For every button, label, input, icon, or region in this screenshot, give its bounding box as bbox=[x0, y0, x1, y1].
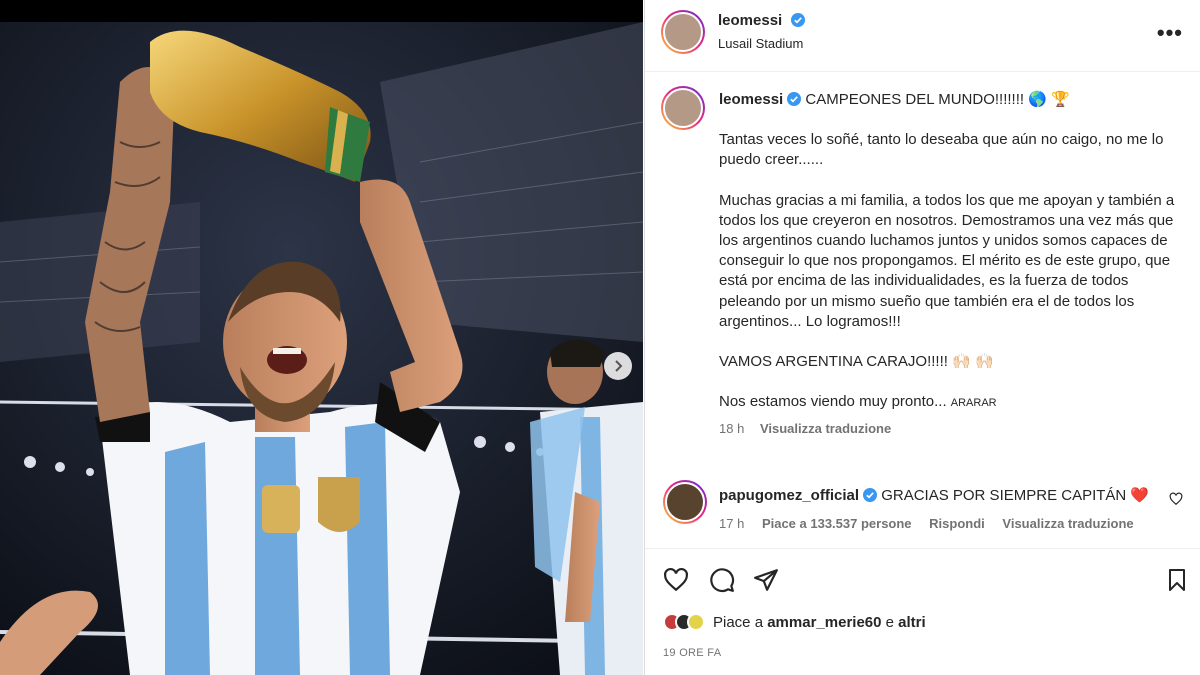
comment-translate-link[interactable]: Visualizza traduzione bbox=[1002, 516, 1133, 531]
more-options-icon[interactable]: ••• bbox=[1157, 20, 1183, 46]
comment-like-icon[interactable] bbox=[1169, 492, 1183, 506]
commenter-username[interactable]: papugomez_official bbox=[719, 487, 859, 504]
likes-others[interactable]: altri bbox=[898, 614, 926, 631]
caption-paragraph: VAMOS ARGENTINA CARAJO!!!!! 🙌🏻 🙌🏻 bbox=[719, 353, 994, 371]
likes-summary: Piace a ammar_merie60 e altri bbox=[663, 613, 926, 631]
verified-badge-icon bbox=[863, 488, 878, 502]
share-icon[interactable] bbox=[753, 567, 779, 593]
post-media[interactable] bbox=[0, 0, 643, 675]
comment-icon[interactable] bbox=[709, 567, 735, 593]
caption-avatar[interactable] bbox=[661, 86, 705, 130]
like-icon[interactable] bbox=[663, 567, 689, 593]
caption-headline: CAMPEONES DEL MUNDO!!!!!!! 🌎 🏆 bbox=[805, 91, 1070, 108]
post-actions: Piace a ammar_merie60 e altri 19 ORE FA bbox=[645, 548, 1200, 675]
post-location[interactable]: Lusail Stadium bbox=[718, 36, 803, 51]
author-username[interactable]: leomessi bbox=[718, 12, 782, 29]
comment-meta: 17 h Piace a 133.537 persone Rispondi Vi… bbox=[719, 516, 1148, 531]
likes-user[interactable]: ammar_merie60 bbox=[767, 614, 881, 631]
post-header: leomessi Lusail Stadium ••• bbox=[645, 0, 1200, 72]
caption-meta: 18 h Visualizza traduzione bbox=[719, 419, 1179, 439]
likes-conj: e bbox=[885, 613, 894, 631]
caption-last-line-small: ARARAR bbox=[950, 397, 997, 410]
post-photo bbox=[0, 22, 643, 675]
next-slide-icon bbox=[615, 360, 623, 372]
post-caption: leomessi CAMPEONES DEL MUNDO!!!!!!! 🌎 🏆 … bbox=[719, 90, 1179, 440]
next-slide-button[interactable] bbox=[604, 352, 632, 380]
comment-time: 17 h bbox=[719, 516, 745, 531]
liker-avatar bbox=[687, 613, 705, 631]
caption-translate-link[interactable]: Visualizza traduzione bbox=[760, 421, 891, 436]
caption-time: 18 h bbox=[719, 421, 745, 437]
post-timestamp[interactable]: 19 ORE FA bbox=[663, 647, 721, 659]
caption-paragraph: Muchas gracias a mi familia, a todos los… bbox=[719, 191, 1175, 330]
caption-username[interactable]: leomessi bbox=[719, 91, 783, 108]
likes-prefix: Piace a bbox=[713, 613, 764, 631]
comment-text: GRACIAS POR SIEMPRE CAPITÁN ❤️ bbox=[881, 487, 1150, 504]
verified-badge-icon bbox=[787, 92, 802, 106]
media-top-bar bbox=[0, 0, 643, 22]
verified-badge-icon bbox=[790, 13, 805, 27]
author-avatar[interactable] bbox=[661, 10, 705, 54]
comment-reply-link[interactable]: Rispondi bbox=[929, 516, 985, 531]
comment-likes[interactable]: Piace a 133.537 persone bbox=[762, 516, 912, 531]
commenter-avatar[interactable] bbox=[663, 480, 707, 524]
caption-paragraph: Tantas veces lo soñé, tanto lo deseaba q… bbox=[719, 131, 1164, 169]
caption-last-line: Nos estamos viendo muy pronto... bbox=[719, 393, 947, 411]
post-panel: leomessi Lusail Stadium ••• leomessi CAM… bbox=[644, 0, 1200, 675]
save-icon[interactable] bbox=[1165, 567, 1189, 593]
